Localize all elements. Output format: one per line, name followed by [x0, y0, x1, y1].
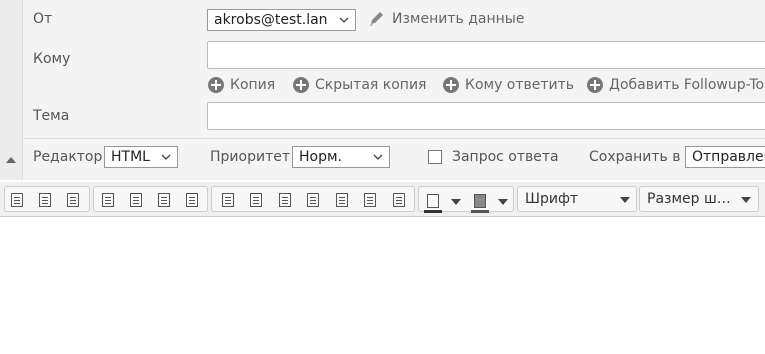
- receipt-label: Запрос ответа: [452, 149, 559, 165]
- font-size-label: Размер ш…: [647, 191, 731, 207]
- editor-label: Редактор: [33, 149, 103, 165]
- numbered-list-icon[interactable]: [307, 193, 319, 207]
- font-family-dropdown[interactable]: Шрифт: [517, 186, 637, 212]
- from-select[interactable]: akrobs@test.lan: [207, 9, 356, 31]
- editor-select[interactable]: HTML: [104, 146, 178, 168]
- collapse-up-icon[interactable]: [6, 157, 16, 163]
- subject-label: Тема: [33, 108, 70, 124]
- add-bcc-label: Скрытая копия: [315, 77, 427, 93]
- plus-circle-icon: [587, 77, 603, 93]
- to-label: Кому: [33, 51, 71, 67]
- bg-color-bar: [471, 210, 489, 213]
- save-to-value: Отправленные: [692, 149, 765, 165]
- chevron-down-icon: [161, 154, 171, 160]
- save-to-label: Сохранить в: [589, 149, 681, 165]
- align-center-icon[interactable]: [130, 193, 142, 207]
- editor-toolbar: Шрифт Размер ш…: [0, 182, 765, 217]
- bold-icon[interactable]: [11, 193, 23, 207]
- text-color-icon[interactable]: [423, 192, 443, 214]
- editor-value: HTML: [111, 149, 150, 165]
- chevron-down-icon: [373, 154, 383, 160]
- bullet-list-icon[interactable]: [279, 193, 291, 207]
- text-color-bar: [424, 210, 442, 213]
- receipt-checkbox[interactable]: [428, 150, 442, 164]
- add-cc-link[interactable]: Копия: [208, 77, 275, 93]
- pencil-icon: [370, 12, 383, 26]
- to-field[interactable]: [207, 41, 765, 69]
- from-value: akrobs@test.lan: [214, 12, 328, 28]
- outdent-icon[interactable]: [336, 193, 348, 207]
- text-color-glyph: [427, 194, 439, 208]
- underline-icon[interactable]: [67, 193, 79, 207]
- edit-identity-label: Изменить данные: [392, 11, 525, 27]
- add-bcc-link[interactable]: Скрытая копия: [293, 77, 426, 93]
- chevron-down-icon: [339, 17, 349, 23]
- add-followup-to-label: Добавить Followup-To: [609, 77, 765, 93]
- italic-icon[interactable]: [39, 193, 51, 207]
- toolbar-group-align: [93, 186, 208, 212]
- add-cc-label: Копия: [230, 77, 276, 93]
- align-left-icon[interactable]: [102, 193, 114, 207]
- blockquote-icon[interactable]: [393, 193, 405, 207]
- font-size-dropdown[interactable]: Размер ш…: [639, 186, 759, 212]
- align-justify-icon[interactable]: [186, 193, 198, 207]
- priority-value: Норм.: [299, 149, 342, 165]
- bg-color-dropdown-icon[interactable]: [498, 199, 508, 205]
- priority-label: Приоритет: [210, 149, 290, 165]
- headers-collapse-strip[interactable]: [0, 0, 23, 180]
- bg-color-icon[interactable]: [470, 192, 490, 214]
- plus-circle-icon: [443, 77, 459, 93]
- text-color-dropdown-icon[interactable]: [451, 199, 461, 205]
- subject-field[interactable]: [207, 102, 765, 130]
- from-label: От: [33, 11, 53, 27]
- save-to-select[interactable]: Отправленные: [685, 146, 765, 168]
- chevron-down-icon: [741, 197, 751, 203]
- priority-select[interactable]: Норм.: [292, 146, 390, 168]
- add-reply-to-label: Кому ответить: [465, 77, 575, 93]
- options-divider: [22, 138, 765, 139]
- toolbar-group-lists: [211, 186, 415, 212]
- align-right-icon[interactable]: [158, 193, 170, 207]
- add-reply-to-link[interactable]: Кому ответить: [443, 77, 574, 93]
- chevron-down-icon: [620, 197, 630, 203]
- message-body[interactable]: [0, 217, 765, 354]
- plus-circle-icon: [208, 77, 224, 93]
- edit-identity-link[interactable]: Изменить данные: [368, 11, 524, 27]
- font-family-label: Шрифт: [525, 191, 579, 207]
- toolbar-group-colors: [418, 186, 514, 214]
- ltr-icon[interactable]: [222, 193, 234, 207]
- add-followup-to-link[interactable]: Добавить Followup-To: [587, 77, 764, 93]
- bg-color-glyph: [474, 194, 486, 208]
- toolbar-group-text-style: [4, 186, 90, 212]
- rtl-icon[interactable]: [250, 193, 262, 207]
- indent-icon[interactable]: [364, 193, 376, 207]
- plus-circle-icon: [293, 77, 309, 93]
